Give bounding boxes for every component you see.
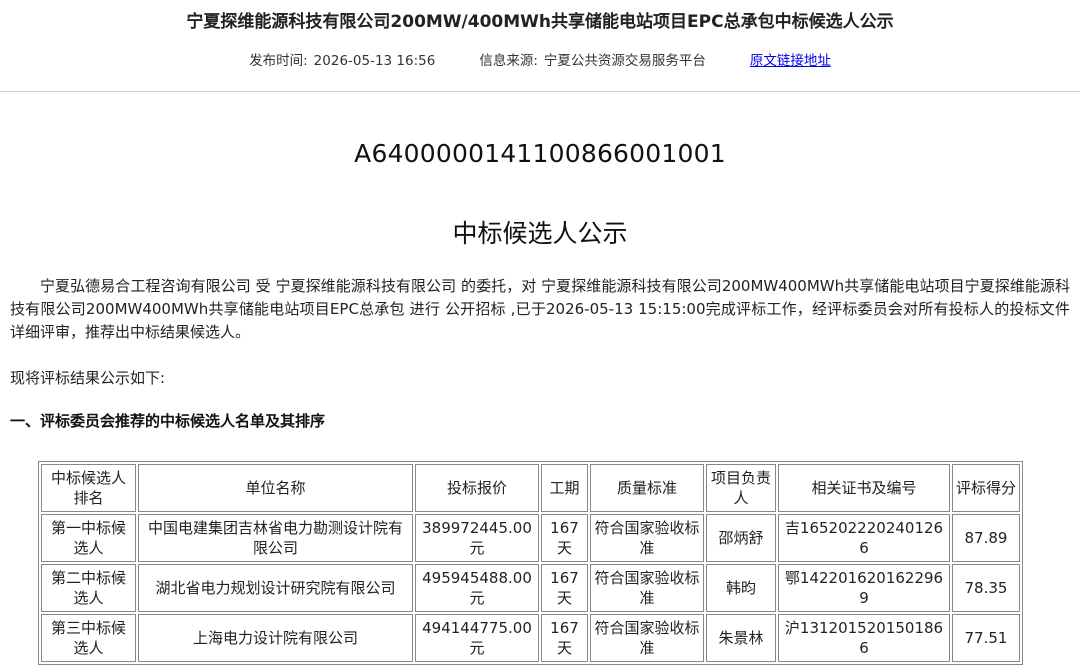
cell-quality: 符合国家验收标准 [590, 614, 704, 662]
publish-time: 2026-05-13 16:56 [313, 53, 436, 69]
cell-certificate: 鄂1422016201622969 [778, 564, 950, 612]
page: 宁夏探维能源科技有限公司200MW/400MWh共享储能电站项目EPC总承包中标… [0, 0, 1080, 666]
header-rank: 中标候选人排名 [41, 464, 136, 512]
cell-quality: 符合国家验收标准 [590, 564, 704, 612]
cell-bid-price: 494144775.00元 [415, 614, 539, 662]
header-score: 评标得分 [952, 464, 1020, 512]
cell-manager: 韩昀 [706, 564, 776, 612]
cell-rank: 第二中标候选人 [41, 564, 136, 612]
cell-company: 湖北省电力规划设计研究院有限公司 [138, 564, 413, 612]
header-duration: 工期 [541, 464, 588, 512]
document-heading: 中标候选人公示 [452, 219, 628, 248]
table-row: 第一中标候选人 中国电建集团吉林省电力勘测设计院有限公司 389972445.0… [41, 514, 1020, 562]
table-header-row: 中标候选人排名 单位名称 投标报价 工期 质量标准 项目负责人 相关证书及编号 … [41, 464, 1020, 512]
header-certificate: 相关证书及编号 [778, 464, 950, 512]
cell-company: 上海电力设计院有限公司 [138, 614, 413, 662]
cell-rank: 第三中标候选人 [41, 614, 136, 662]
cell-rank: 第一中标候选人 [41, 514, 136, 562]
table-row: 第三中标候选人 上海电力设计院有限公司 494144775.00元 167天 符… [41, 614, 1020, 662]
cell-bid-price: 389972445.00元 [415, 514, 539, 562]
cell-manager: 邵炳舒 [706, 514, 776, 562]
cell-duration: 167天 [541, 514, 588, 562]
document-number: A6400000141100866001001 [354, 139, 726, 168]
cell-manager: 朱景林 [706, 614, 776, 662]
header-company: 单位名称 [138, 464, 413, 512]
original-link[interactable]: 原文链接地址 [750, 53, 831, 69]
cell-duration: 167天 [541, 614, 588, 662]
cell-score: 87.89 [952, 514, 1020, 562]
publish-label: 发布时间: [249, 53, 308, 69]
cell-score: 77.51 [952, 614, 1020, 662]
cell-score: 78.35 [952, 564, 1020, 612]
page-title: 宁夏探维能源科技有限公司200MW/400MWh共享储能电站项目EPC总承包中标… [186, 12, 894, 32]
candidates-table: 中标候选人排名 单位名称 投标报价 工期 质量标准 项目负责人 相关证书及编号 … [38, 461, 1023, 665]
cell-certificate: 吉1652022202401266 [778, 514, 950, 562]
cell-duration: 167天 [541, 564, 588, 612]
cell-quality: 符合国家验收标准 [590, 514, 704, 562]
header-manager: 项目负责人 [706, 464, 776, 512]
header-quality: 质量标准 [590, 464, 704, 512]
lead-text: 现将评标结果公示如下: [10, 369, 166, 387]
table-row: 第二中标候选人 湖北省电力规划设计研究院有限公司 495945488.00元 1… [41, 564, 1020, 612]
cell-company: 中国电建集团吉林省电力勘测设计院有限公司 [138, 514, 413, 562]
cell-bid-price: 495945488.00元 [415, 564, 539, 612]
header: 宁夏探维能源科技有限公司200MW/400MWh共享储能电站项目EPC总承包中标… [0, 0, 1080, 92]
section-title: 一、评标委员会推荐的中标候选人名单及其排序 [10, 412, 326, 430]
header-bid-price: 投标报价 [415, 464, 539, 512]
cell-certificate: 沪1312015201501866 [778, 614, 950, 662]
source-label: 信息来源: [479, 53, 538, 69]
source-value: 宁夏公共资源交易服务平台 [543, 53, 706, 69]
meta-info: 发布时间: 2026-05-13 16:56 信息来源: 宁夏公共资源交易服务平台 原文… [0, 51, 1080, 71]
intro-paragraph: 宁夏弘德易合工程咨询有限公司 受 宁夏探维能源科技有限公司 的委托，对 宁夏探维… [10, 277, 1070, 341]
